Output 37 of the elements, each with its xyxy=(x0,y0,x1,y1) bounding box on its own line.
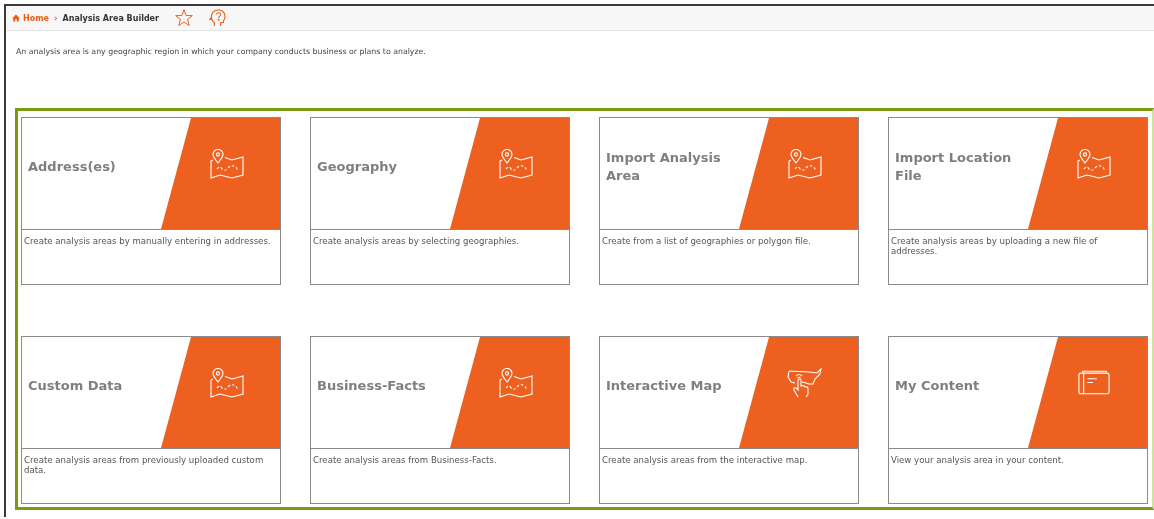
help-icon[interactable] xyxy=(209,8,227,28)
breadcrumb-separator: › xyxy=(53,13,58,23)
card-title: Business-Facts xyxy=(316,376,427,395)
map-pin-icon xyxy=(498,367,533,398)
map-pin-icon xyxy=(787,148,822,179)
option-card[interactable]: Import Analysis Area Create from a list of geographies or polygon file. xyxy=(599,117,859,285)
card-title: Import Analysis Area xyxy=(605,148,722,185)
card-title: Interactive Map xyxy=(605,376,723,395)
card-title: Address(es) xyxy=(27,157,117,176)
card-description: Create analysis areas by uploading a new file of addresses. xyxy=(890,235,1099,258)
option-card[interactable]: My Content View your analysis area in your content. xyxy=(888,336,1148,504)
option-card[interactable]: Business-Facts Create analysis areas from Business-Facts. xyxy=(310,336,570,504)
card-description: Create analysis areas from the interactive map. xyxy=(601,454,809,467)
card-title: Import Location File xyxy=(894,148,1013,185)
card-description: Create analysis areas by selecting geographies. xyxy=(312,235,521,248)
option-card[interactable]: Import Location File Create analysis areas by uploading a new file of addresses. xyxy=(888,117,1148,285)
home-icon xyxy=(12,14,20,22)
option-card[interactable]: Interactive Map Create analysis areas from the interactive map. xyxy=(599,336,859,504)
card-title: Geography xyxy=(316,157,398,176)
map-pin-icon xyxy=(209,367,244,398)
card-description: Create from a list of geographies or polygon file. xyxy=(601,235,812,248)
card-description: Create analysis areas by manually entering in addresses. xyxy=(23,235,272,248)
option-card[interactable]: Geography Create analysis areas by selecting geographies. xyxy=(310,117,570,285)
card-title: My Content xyxy=(894,376,981,395)
map-pin-icon xyxy=(498,148,533,179)
folder-icon xyxy=(1077,370,1110,395)
map-pin-icon xyxy=(209,148,244,179)
card-title: Custom Data xyxy=(27,376,124,395)
touch-map-icon xyxy=(786,367,823,398)
card-description: Create analysis areas from previously uploaded custom data. xyxy=(23,454,265,477)
page-title: Analysis Area Builder xyxy=(62,13,159,23)
option-card[interactable]: Custom Data Create analysis areas from previously uploaded custom data. xyxy=(21,336,281,504)
card-description: Create analysis areas from Business-Facts. xyxy=(312,454,498,467)
card-description: View your analysis area in your content. xyxy=(890,454,1065,467)
option-card[interactable]: Address(es) Create analysis areas by manually entering in addresses. xyxy=(21,117,281,285)
star-icon[interactable] xyxy=(174,8,194,28)
map-pin-icon xyxy=(1076,148,1111,179)
